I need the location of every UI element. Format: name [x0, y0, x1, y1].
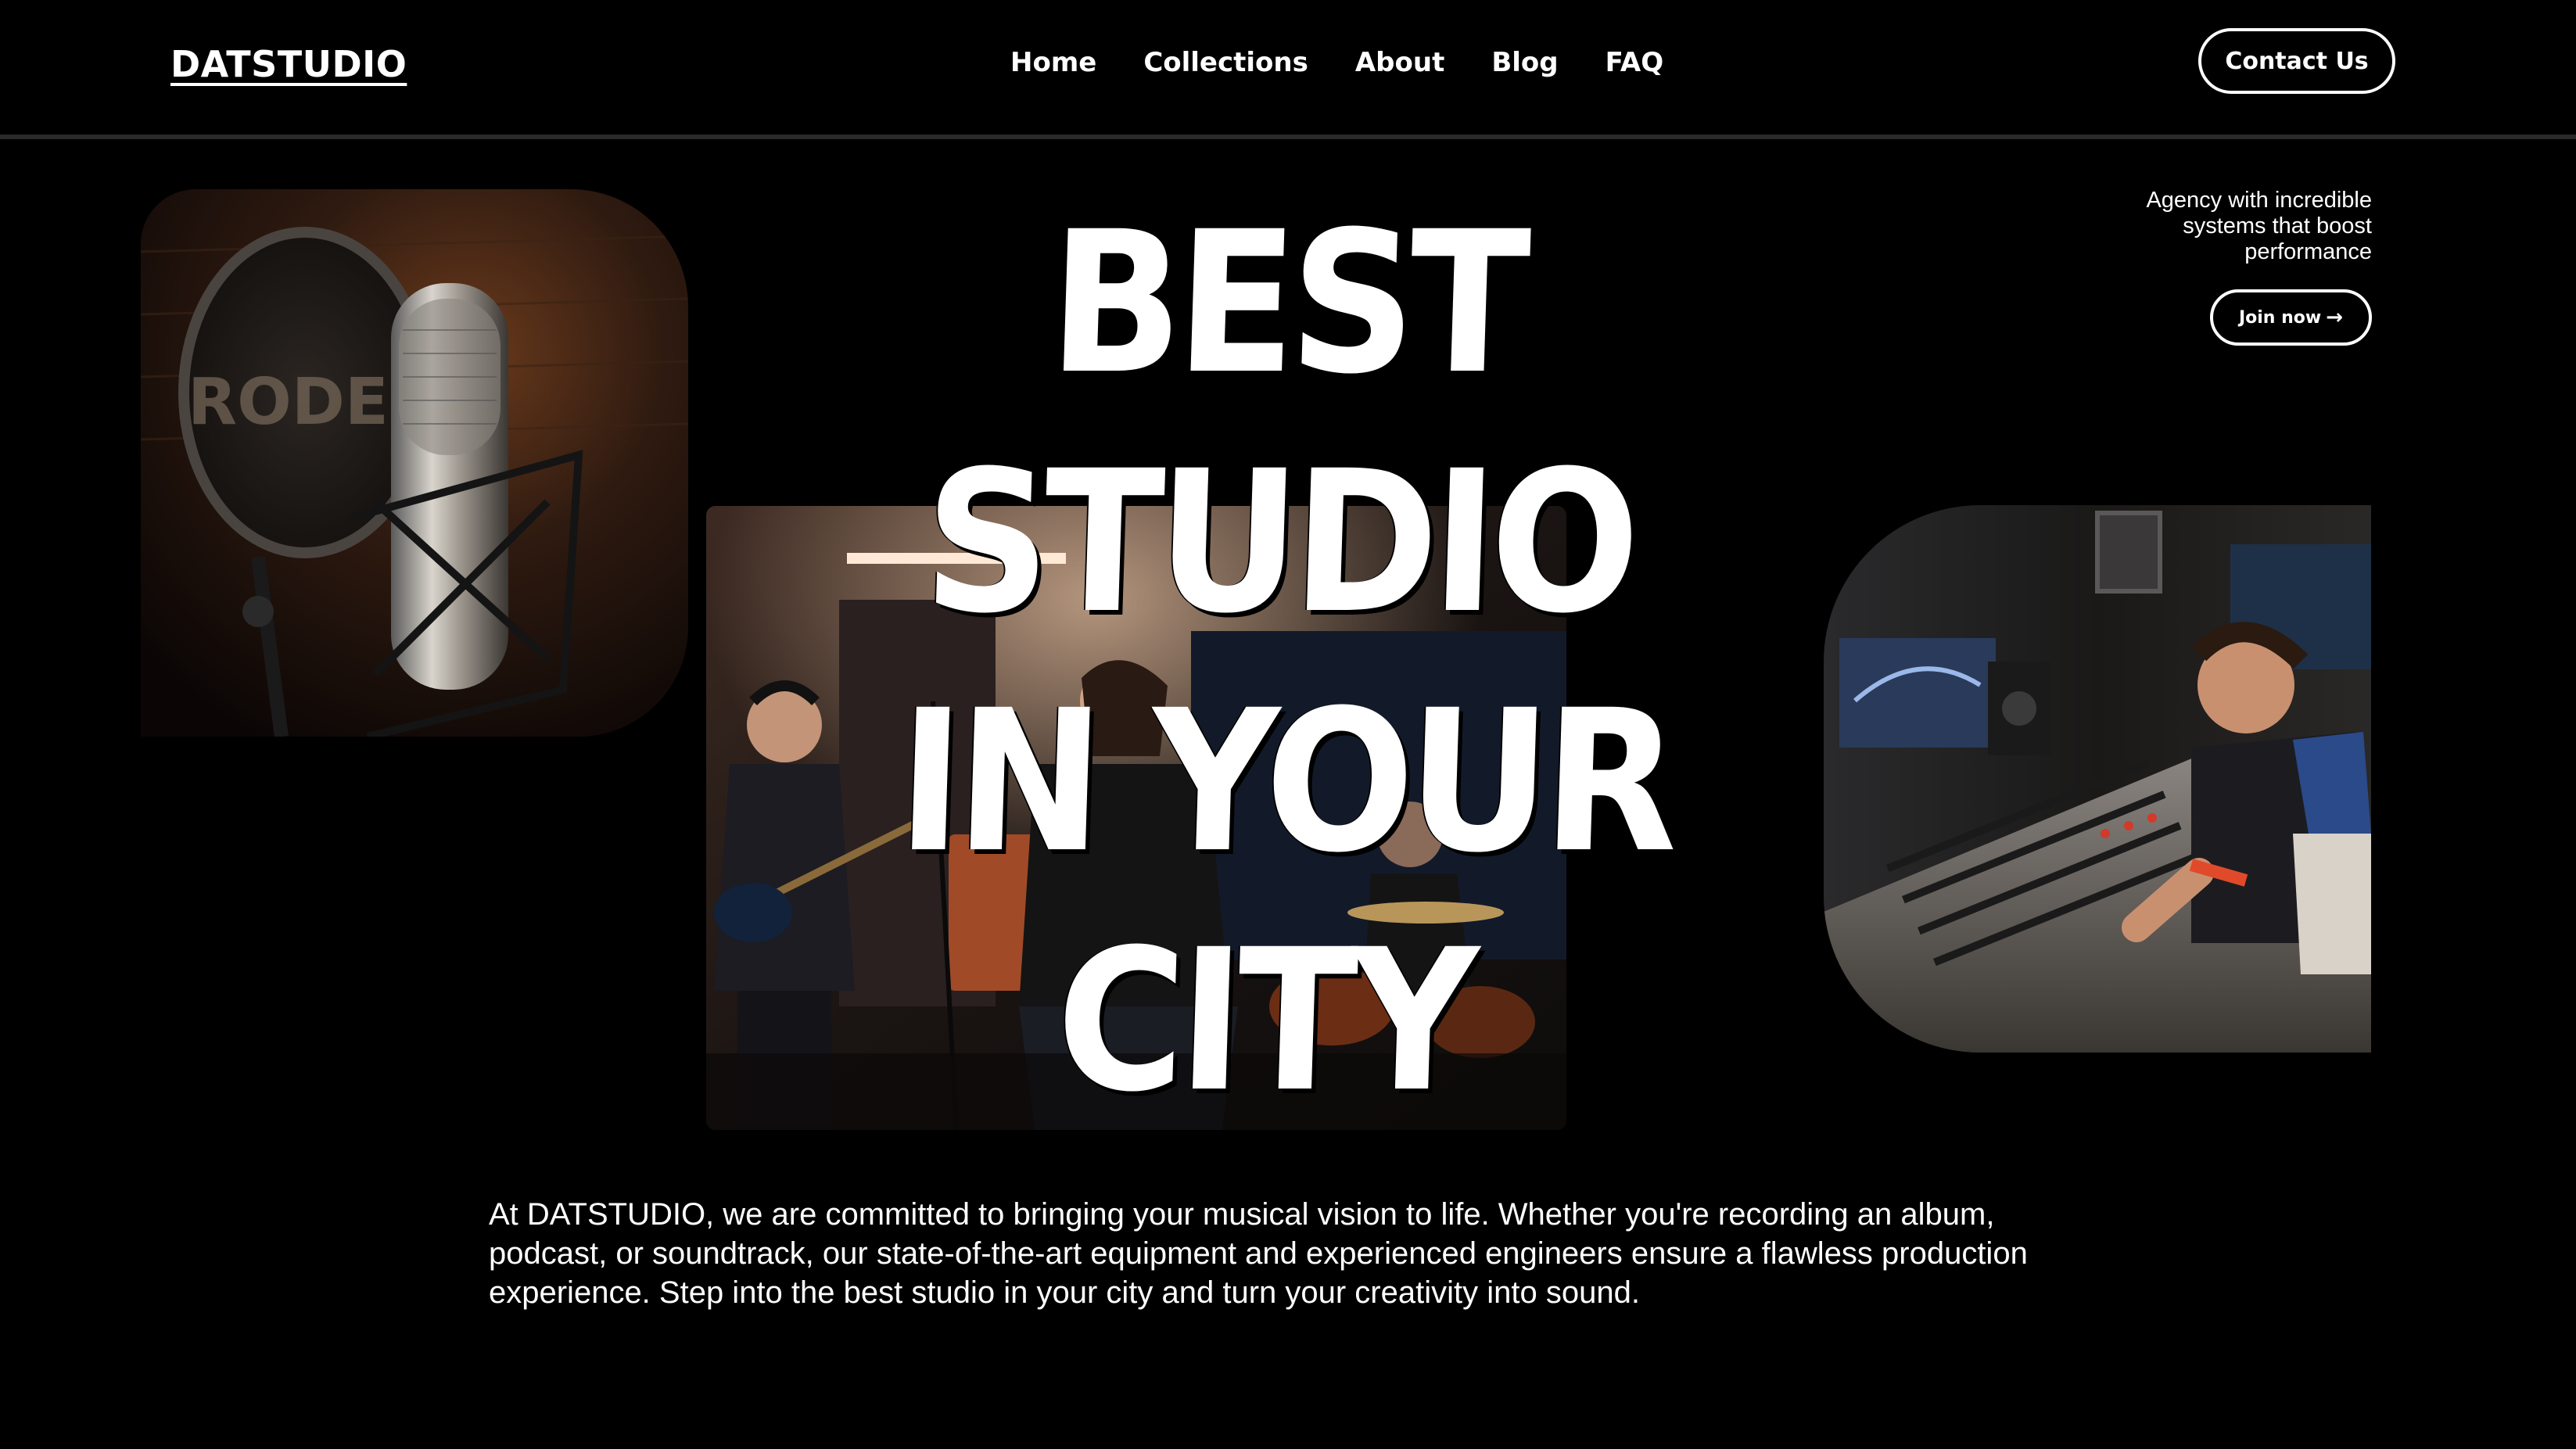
nav-collections[interactable]: Collections — [1143, 47, 1308, 78]
nav-home[interactable]: Home — [1010, 47, 1096, 78]
hero-line-1: BEST — [1046, 189, 1527, 417]
logo[interactable]: DATSTUDIO — [170, 43, 407, 85]
arrow-right-icon: → — [2326, 306, 2344, 329]
studio-description: At DATSTUDIO, we are committed to bringi… — [489, 1197, 2028, 1310]
microphone-photo: RODE — [141, 189, 688, 737]
navbar: DATSTUDIO Home Collections About Blog FA… — [0, 0, 2576, 139]
nav-faq[interactable]: FAQ — [1606, 47, 1664, 78]
nav-about[interactable]: About — [1355, 47, 1444, 78]
mixing-console-photo — [1824, 505, 2371, 1053]
promo-text: Agency with incredible systems that boos… — [2146, 188, 2372, 264]
main-nav: Home Collections About Blog FAQ — [1010, 45, 1663, 80]
hero-line-2: STUDIO — [920, 429, 1637, 656]
hero-title: BEST STUDIO IN YOUR CITY — [887, 184, 1676, 1141]
svg-text:RODE: RODE — [188, 365, 389, 439]
contact-us-button[interactable]: Contact Us — [2198, 28, 2395, 94]
join-now-button[interactable]: Join now → — [2210, 289, 2372, 346]
hero-line-4: CITY — [1053, 907, 1474, 1135]
nav-blog[interactable]: Blog — [1491, 47, 1558, 78]
hero-line-3: IN YOUR — [894, 668, 1676, 895]
join-now-label: Join now — [2238, 307, 2322, 328]
